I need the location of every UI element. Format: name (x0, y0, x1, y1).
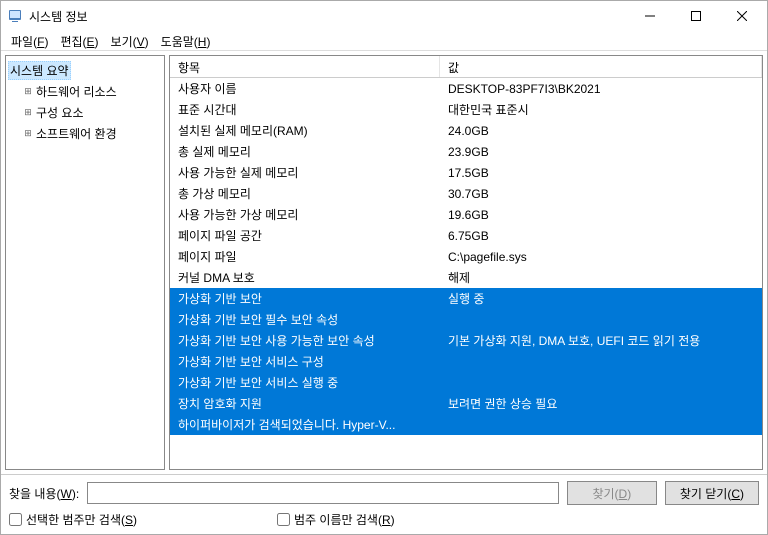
cell-item: 사용 가능한 가상 메모리 (170, 206, 440, 223)
cell-item: 사용자 이름 (170, 80, 440, 97)
tree-software[interactable]: ⊞ 소프트웨어 환경 (8, 123, 162, 144)
table-row[interactable]: 사용 가능한 가상 메모리19.6GB (170, 204, 762, 225)
menu-file[interactable]: 파일(F) (5, 31, 54, 50)
maximize-button[interactable] (673, 1, 719, 31)
cell-item: 페이지 파일 (170, 248, 440, 265)
window-title: 시스템 정보 (29, 8, 627, 25)
list-body[interactable]: 사용자 이름DESKTOP-83PF7I3\BK2021표준 시간대대한민국 표… (170, 78, 762, 469)
table-row[interactable]: 총 가상 메모리30.7GB (170, 183, 762, 204)
checkbox-selected-only-input[interactable] (9, 513, 22, 526)
table-row[interactable]: 가상화 기반 보안 사용 가능한 보안 속성기본 가상화 지원, DMA 보호,… (170, 330, 762, 351)
cell-value: 24.0GB (440, 124, 762, 138)
cell-value: 실행 중 (440, 290, 762, 307)
cell-item: 하이퍼바이저가 검색되었습니다. Hyper-V... (170, 416, 440, 433)
system-info-window: 시스템 정보 파일(F) 편집(E) 보기(V) 도움말(H) 시스템 요약 ⊞… (0, 0, 768, 535)
table-row[interactable]: 총 실제 메모리23.9GB (170, 141, 762, 162)
menu-view[interactable]: 보기(V) (105, 31, 155, 50)
cell-item: 페이지 파일 공간 (170, 227, 440, 244)
list-header: 항목 값 (170, 56, 762, 78)
cell-item: 사용 가능한 실제 메모리 (170, 164, 440, 181)
app-icon (7, 8, 23, 24)
cell-item: 장치 암호화 지원 (170, 395, 440, 412)
checkbox-selected-only[interactable]: 선택한 범주만 검색(S) (9, 511, 137, 528)
cell-item: 커널 DMA 보호 (170, 269, 440, 286)
cell-item: 가상화 기반 보안 (170, 290, 440, 307)
cell-value: 6.75GB (440, 229, 762, 243)
table-row[interactable]: 하이퍼바이저가 검색되었습니다. Hyper-V... (170, 414, 762, 435)
menu-help[interactable]: 도움말(H) (155, 31, 217, 50)
cell-value: 30.7GB (440, 187, 762, 201)
table-row[interactable]: 설치된 실제 메모리(RAM)24.0GB (170, 120, 762, 141)
cell-value: 17.5GB (440, 166, 762, 180)
find-button[interactable]: 찾기(D) (567, 481, 657, 505)
search-options: 선택한 범주만 검색(S) 범주 이름만 검색(R) (9, 511, 759, 528)
expand-icon[interactable]: ⊞ (22, 86, 34, 98)
content-area: 시스템 요약 ⊞ 하드웨어 리소스 ⊞ 구성 요소 ⊞ 소프트웨어 환경 항목 … (1, 51, 767, 474)
table-row[interactable]: 사용 가능한 실제 메모리17.5GB (170, 162, 762, 183)
list-panel: 항목 값 사용자 이름DESKTOP-83PF7I3\BK2021표준 시간대대… (169, 55, 763, 470)
cell-item: 표준 시간대 (170, 101, 440, 118)
table-row[interactable]: 페이지 파일C:\pagefile.sys (170, 246, 762, 267)
cell-item: 가상화 기반 보안 필수 보안 속성 (170, 311, 440, 328)
cell-item: 설치된 실제 메모리(RAM) (170, 122, 440, 139)
column-header-value[interactable]: 값 (440, 56, 762, 77)
cell-value: 19.6GB (440, 208, 762, 222)
tree-panel[interactable]: 시스템 요약 ⊞ 하드웨어 리소스 ⊞ 구성 요소 ⊞ 소프트웨어 환경 (5, 55, 165, 470)
cell-value: 해제 (440, 269, 762, 286)
expand-icon[interactable]: ⊞ (22, 128, 34, 140)
tree-root[interactable]: 시스템 요약 (8, 60, 162, 81)
cell-value: 23.9GB (440, 145, 762, 159)
table-row[interactable]: 표준 시간대대한민국 표준시 (170, 99, 762, 120)
search-row: 찾을 내용(W): 찾기(D) 찾기 닫기(C) (9, 481, 759, 505)
cell-value: DESKTOP-83PF7I3\BK2021 (440, 82, 762, 96)
cell-item: 가상화 기반 보안 서비스 구성 (170, 353, 440, 370)
table-row[interactable]: 커널 DMA 보호해제 (170, 267, 762, 288)
close-button[interactable] (719, 1, 765, 31)
expand-icon[interactable]: ⊞ (22, 107, 34, 119)
search-label: 찾을 내용(W): (9, 485, 79, 502)
search-bar: 찾을 내용(W): 찾기(D) 찾기 닫기(C) 선택한 범주만 검색(S) 범… (1, 474, 767, 534)
table-row[interactable]: 사용자 이름DESKTOP-83PF7I3\BK2021 (170, 78, 762, 99)
tree-hardware[interactable]: ⊞ 하드웨어 리소스 (8, 81, 162, 102)
window-controls (627, 1, 765, 31)
cell-item: 가상화 기반 보안 사용 가능한 보안 속성 (170, 332, 440, 349)
table-row[interactable]: 가상화 기반 보안 필수 보안 속성 (170, 309, 762, 330)
search-input[interactable] (87, 482, 559, 504)
cell-value: 대한민국 표준시 (440, 101, 762, 118)
checkbox-category-name-only-input[interactable] (277, 513, 290, 526)
titlebar: 시스템 정보 (1, 1, 767, 31)
cell-item: 총 실제 메모리 (170, 143, 440, 160)
table-row[interactable]: 가상화 기반 보안 서비스 실행 중 (170, 372, 762, 393)
column-header-item[interactable]: 항목 (170, 56, 440, 77)
cell-value: 보려면 권한 상승 필요 (440, 395, 762, 412)
table-row[interactable]: 장치 암호화 지원보려면 권한 상승 필요 (170, 393, 762, 414)
table-row[interactable]: 페이지 파일 공간6.75GB (170, 225, 762, 246)
menubar: 파일(F) 편집(E) 보기(V) 도움말(H) (1, 31, 767, 51)
cell-item: 총 가상 메모리 (170, 185, 440, 202)
close-find-button[interactable]: 찾기 닫기(C) (665, 481, 759, 505)
menu-edit[interactable]: 편집(E) (54, 31, 104, 50)
tree-components[interactable]: ⊞ 구성 요소 (8, 102, 162, 123)
minimize-button[interactable] (627, 1, 673, 31)
cell-item: 가상화 기반 보안 서비스 실행 중 (170, 374, 440, 391)
cell-value: 기본 가상화 지원, DMA 보호, UEFI 코드 읽기 전용 (440, 332, 762, 349)
table-row[interactable]: 가상화 기반 보안실행 중 (170, 288, 762, 309)
checkbox-category-name-only[interactable]: 범주 이름만 검색(R) (277, 511, 395, 528)
table-row[interactable]: 가상화 기반 보안 서비스 구성 (170, 351, 762, 372)
cell-value: C:\pagefile.sys (440, 250, 762, 264)
